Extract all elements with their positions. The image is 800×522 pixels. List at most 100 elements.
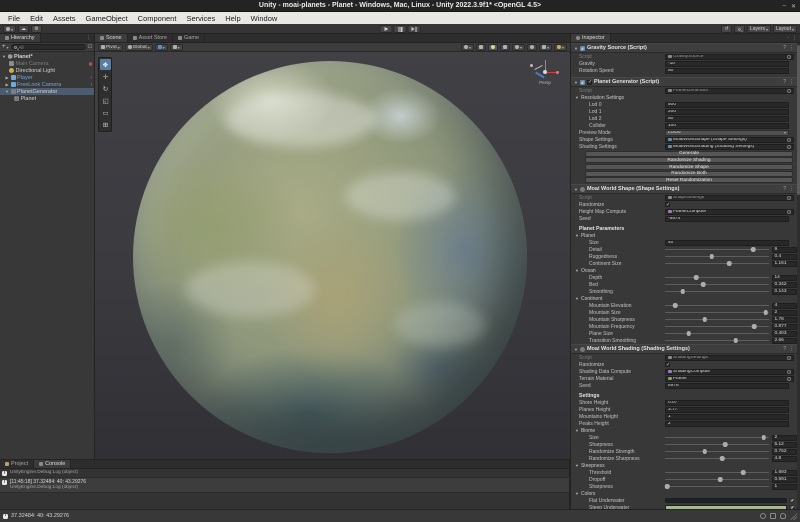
slider-value[interactable]: 0.591 xyxy=(772,477,797,483)
rect-tool-button[interactable]: ▭ xyxy=(100,107,111,118)
view-tool-button[interactable]: ✥ xyxy=(100,59,111,70)
audio-toggle[interactable] xyxy=(500,44,510,51)
foldout-icon[interactable]: ▶ xyxy=(5,82,9,87)
lighting-toggle[interactable] xyxy=(488,44,498,51)
log-entry[interactable]: [11:45:18] 37.32484: 40: 43.29276 UnityE… xyxy=(0,478,569,493)
tab-game[interactable]: Game xyxy=(173,34,205,42)
2d-toggle[interactable] xyxy=(476,44,486,51)
close-button[interactable]: ✕ xyxy=(791,3,796,10)
rotate-tool-button[interactable]: ↻ xyxy=(100,83,111,94)
slider-value[interactable]: 0.143 xyxy=(772,289,797,295)
detail-slider[interactable] xyxy=(665,249,769,251)
effects-dropdown[interactable]: ▾ xyxy=(512,44,525,51)
seed-field[interactable]: -5974 xyxy=(665,216,789,222)
component-header-shape-settings[interactable]: ▼ Moai World Shape (Shape Settings) ?⋮ xyxy=(571,184,797,194)
foldout-icon[interactable]: ▼ xyxy=(574,80,578,85)
hierarchy-search-input[interactable]: All xyxy=(11,44,86,50)
script-object-field[interactable]: ShadingSettings xyxy=(665,355,794,361)
bed-slider[interactable] xyxy=(665,284,769,286)
component-header-gravity-source[interactable]: ▼# Gravity Source (Script) ?⋮ xyxy=(571,43,797,53)
resolution-settings-foldout[interactable]: ▼Resolution Settings xyxy=(571,94,797,101)
plane-size-slider[interactable] xyxy=(665,333,769,335)
slider-value[interactable]: 1.693 xyxy=(772,470,797,476)
menu-help[interactable]: Help xyxy=(220,14,245,23)
slider-value[interactable]: 2.66 xyxy=(772,338,797,344)
rotation-speed-field[interactable]: 50 xyxy=(665,68,789,74)
log-entry[interactable]: UnityEngine.Debug:Log (object) xyxy=(0,469,569,478)
shape-settings-object-field[interactable]: MoaiWorldShape (Shape Settings) xyxy=(665,137,794,143)
tab-hierarchy[interactable]: Hierarchy xyxy=(0,34,41,42)
hierarchy-item-planetgenerator[interactable]: ▼PlanetGenerator xyxy=(0,88,94,95)
step-button[interactable] xyxy=(408,25,421,33)
play-button[interactable] xyxy=(380,25,393,33)
randomize-sharpness-slider[interactable] xyxy=(665,458,769,460)
slider-value[interactable]: 1.78 xyxy=(772,317,797,323)
mountain-frequency-slider[interactable] xyxy=(665,326,769,328)
scene-viewport[interactable]: ✥ ✛ ↻ ◱ ▭ ⊞ Persp xyxy=(95,52,570,459)
slider-value[interactable]: 1 xyxy=(772,484,797,490)
component-enabled-checkbox[interactable] xyxy=(587,80,592,85)
dropoff-slider[interactable] xyxy=(665,479,769,481)
ocean-foldout[interactable]: ▼Ocean xyxy=(571,267,797,274)
scale-tool-button[interactable]: ◱ xyxy=(100,95,111,106)
foldout-icon[interactable]: ▶ xyxy=(5,75,9,80)
shading-settings-object-field[interactable]: MoaiWorldShading (Shading Settings) xyxy=(665,144,794,150)
object-picker-icon[interactable] xyxy=(787,89,791,93)
lod2-field[interactable]: 50 xyxy=(665,116,789,122)
slider-value[interactable]: 4.8 xyxy=(772,456,797,462)
generate-button[interactable]: Generate xyxy=(585,151,793,157)
help-icon[interactable]: ? xyxy=(783,186,786,192)
pivot-dropdown[interactable]: Pivot▾ xyxy=(98,44,123,51)
prefab-open-icon[interactable]: › xyxy=(90,75,92,81)
seed-field[interactable]: 8976 xyxy=(665,383,789,389)
lock-icon[interactable]: ◦ xyxy=(787,35,789,41)
slider-value[interactable]: 0.403 xyxy=(772,331,797,337)
global-dropdown[interactable]: Global▾ xyxy=(125,44,153,51)
continent-foldout[interactable]: ▼Continent xyxy=(571,295,797,302)
terrain-material-field[interactable]: Planet xyxy=(665,376,794,382)
eyedropper-icon[interactable] xyxy=(789,498,794,503)
shore-height-field[interactable]: 0.07 xyxy=(665,400,789,406)
hierarchy-item-planet[interactable]: Planet xyxy=(0,95,94,102)
transition-smoothing-slider[interactable] xyxy=(665,340,769,342)
planet-foldout[interactable]: ▼Planet xyxy=(571,232,797,239)
panel-menu-icon[interactable]: ⋮ xyxy=(86,35,91,41)
prefab-open-icon[interactable]: › xyxy=(90,82,92,88)
reset-randomization-button[interactable]: Reset Randomization xyxy=(585,177,793,183)
slider-value[interactable]: 5.12 xyxy=(772,442,797,448)
planes-height-field[interactable]: 3.77 xyxy=(665,407,789,413)
size-field[interactable]: 40 xyxy=(665,240,789,246)
biome-foldout[interactable]: ▼Biome xyxy=(571,427,797,434)
lod1-field[interactable]: 200 xyxy=(665,109,789,115)
foldout-icon[interactable]: ▼ xyxy=(574,347,578,352)
object-picker-icon[interactable] xyxy=(787,138,791,142)
continent-size-slider[interactable] xyxy=(665,263,769,265)
steepness-sharpness-slider[interactable] xyxy=(665,486,769,488)
object-picker-icon[interactable] xyxy=(787,356,791,360)
tab-scene[interactable]: Scene xyxy=(95,34,128,42)
slider-value[interactable]: 1.161 xyxy=(772,261,797,267)
slider-value[interactable]: 14 xyxy=(772,275,797,281)
component-header-shading-settings[interactable]: ▼ Moai World Shading (Shading Settings) … xyxy=(571,344,797,354)
hierarchy-item-freelook-camera[interactable]: ▶FreeLook Camera› xyxy=(0,81,94,88)
resize-grip[interactable] xyxy=(790,513,797,520)
slider-value[interactable]: 9 xyxy=(772,247,797,253)
biome-size-slider[interactable] xyxy=(665,437,769,439)
tab-console[interactable]: Console xyxy=(34,460,71,468)
slider-value[interactable]: 2 xyxy=(772,435,797,441)
object-picker-icon[interactable] xyxy=(787,55,791,59)
activity-icon[interactable] xyxy=(760,513,766,519)
smoothing-slider[interactable] xyxy=(665,291,769,293)
depth-slider[interactable] xyxy=(665,277,769,279)
hierarchy-item-directional-light[interactable]: Directional Light xyxy=(0,67,94,74)
tab-project[interactable]: Project xyxy=(0,460,34,468)
projection-label[interactable]: Persp xyxy=(526,80,564,85)
tab-inspector[interactable]: Inspector xyxy=(571,34,611,42)
mountain-sharpness-slider[interactable] xyxy=(665,319,769,321)
lod0-field[interactable]: 500 xyxy=(665,102,789,108)
shading-data-compute-field[interactable]: ShadingCompute xyxy=(665,369,794,375)
inspector-scroll[interactable]: ▼# Gravity Source (Script) ?⋮ Script Gra… xyxy=(571,43,797,509)
menu-window[interactable]: Window xyxy=(246,14,283,23)
colors-foldout[interactable]: ▼Colors xyxy=(571,490,797,497)
menu-gameobject[interactable]: GameObject xyxy=(81,14,133,23)
